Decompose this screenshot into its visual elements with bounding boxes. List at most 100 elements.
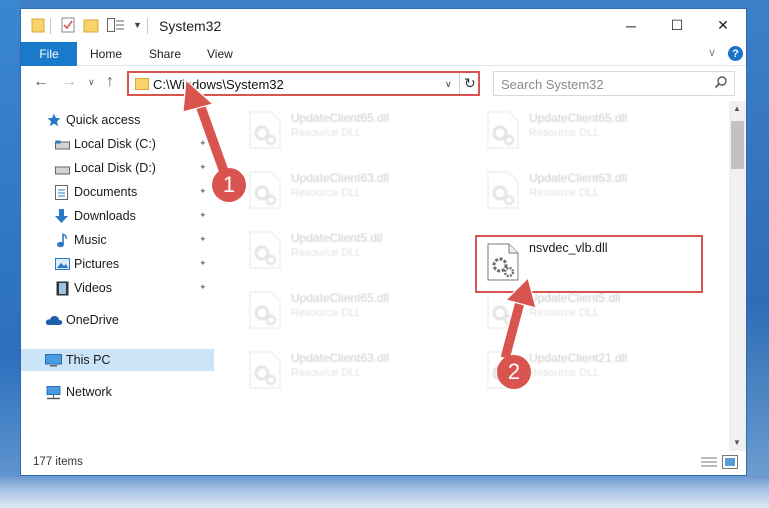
folder-icon[interactable] (31, 17, 45, 36)
scroll-down-icon[interactable]: ▼ (733, 438, 741, 447)
dll-file-icon (249, 171, 281, 212)
sidebar-item-local-disk-d[interactable]: Local Disk (D:) ✦ (21, 157, 214, 179)
sidebar-item-label: Documents (74, 185, 138, 199)
scrollbar-thumb[interactable] (731, 121, 744, 169)
file-name: UpdateClient5.dll (291, 231, 383, 245)
sidebar-item-music[interactable]: Music ✦ (21, 229, 214, 251)
pin-icon[interactable]: ✦ (199, 138, 207, 149)
step-1-badge: 1 (212, 168, 246, 202)
sidebar-item-this-pc[interactable]: This PC (21, 349, 214, 371)
sidebar-item-pictures[interactable]: Pictures ✦ (21, 253, 214, 275)
sidebar-item-videos[interactable]: Videos ✦ (21, 277, 214, 299)
file-name: UpdateClient63.dll (529, 171, 628, 185)
properties-icon[interactable] (61, 17, 75, 36)
file-name: UpdateClient65.dll (529, 111, 628, 125)
sidebar-item-label: OneDrive (66, 313, 119, 327)
address-dropdown-icon[interactable]: ∨ (445, 79, 452, 90)
sidebar-item-label: Network (66, 385, 112, 399)
explorer-window: ▼ System32 ─ ☐ ✕ File Home Share View ∨ … (20, 8, 747, 476)
sidebar-item-local-disk-c[interactable]: Local Disk (C:) ✦ (21, 133, 214, 155)
status-bar: 177 items (21, 451, 746, 475)
minimize-button[interactable]: ─ (608, 9, 654, 42)
sidebar-item-downloads[interactable]: Downloads ✦ (21, 205, 214, 227)
pin-icon[interactable]: ✦ (199, 186, 207, 197)
file-item[interactable]: UpdateClient65.dll Resource DLL (475, 105, 695, 155)
desktop-background (0, 0, 20, 508)
help-icon[interactable]: ? (728, 46, 743, 61)
address-bar[interactable]: C:\Windows\System32 ∨ ↻ (127, 71, 480, 96)
file-type: Resource DLL (529, 187, 600, 199)
file-item[interactable]: UpdateClient63.dll Resource DLL (475, 165, 695, 215)
file-item[interactable]: UpdateClient63.dll Resource DLL (237, 345, 457, 395)
sidebar-item-label: Music (74, 233, 107, 247)
file-item[interactable]: UpdateClient65.dll Resource DLL (237, 285, 457, 335)
up-button[interactable]: ↑ (106, 73, 114, 91)
search-icon[interactable] (714, 75, 728, 92)
scroll-up-icon[interactable]: ▲ (733, 104, 741, 113)
quick-access-dropdown-icon[interactable]: ▼ (133, 20, 142, 30)
dll-file-icon (249, 351, 281, 392)
forward-button[interactable]: → (61, 73, 77, 91)
new-folder-icon[interactable] (83, 17, 99, 36)
documents-icon (55, 185, 68, 203)
step-2-badge: 2 (497, 355, 531, 389)
expand-ribbon-icon[interactable]: ∨ (708, 46, 716, 59)
search-box[interactable]: Search System32 (493, 71, 735, 96)
dll-file-icon (487, 171, 519, 212)
folder-icon (135, 77, 149, 93)
sidebar-item-label: This PC (66, 353, 111, 367)
file-item[interactable]: UpdateClient5.dll Resource DLL (237, 225, 457, 275)
sidebar-item-network[interactable]: Network (21, 381, 214, 403)
recent-locations-icon[interactable]: ∨ (88, 77, 95, 88)
navigation-bar: ← → ∨ ↑ C:\Windows\System32 ∨ ↻ Search S… (21, 67, 746, 101)
tab-file[interactable]: File (21, 42, 77, 66)
details-view-icon[interactable] (701, 456, 717, 471)
music-icon (56, 233, 68, 251)
sidebar-item-quick-access[interactable]: Quick access (21, 109, 214, 131)
navigation-pane: Quick access Local Disk (C:) ✦ Local Dis… (21, 101, 214, 449)
sidebar-item-documents[interactable]: Documents ✦ (21, 181, 214, 203)
tab-share[interactable]: Share (149, 47, 181, 61)
pin-icon[interactable]: ✦ (199, 258, 207, 269)
pin-icon[interactable]: ✦ (199, 210, 207, 221)
sidebar-item-onedrive[interactable]: OneDrive (21, 309, 214, 331)
large-icons-view-icon[interactable] (722, 455, 738, 472)
desktop-background-bottom (0, 476, 769, 508)
file-highlight-box (475, 235, 703, 293)
dll-file-icon (249, 231, 281, 272)
sidebar-item-label: Local Disk (D:) (74, 161, 156, 175)
back-button[interactable]: ← (33, 73, 49, 91)
network-icon (45, 386, 62, 403)
tab-home[interactable]: Home (90, 47, 122, 61)
divider (459, 73, 460, 94)
file-name: UpdateClient5.dll (529, 291, 621, 305)
address-path[interactable]: C:\Windows\System32 (153, 77, 284, 92)
refresh-icon[interactable]: ↻ (464, 75, 476, 92)
file-item[interactable]: UpdateClient65.dll Resource DLL (237, 105, 457, 155)
customize-toolbar-icon[interactable] (107, 18, 125, 35)
file-name: UpdateClient65.dll (291, 111, 390, 125)
maximize-button[interactable]: ☐ (654, 9, 700, 42)
pin-icon[interactable]: ✦ (199, 162, 207, 173)
search-input[interactable]: Search System32 (501, 77, 604, 92)
file-name: UpdateClient21.dll (529, 351, 628, 365)
file-type: Resource DLL (291, 187, 362, 199)
sidebar-item-label: Downloads (74, 209, 136, 223)
computer-icon (45, 354, 62, 370)
title-bar: ▼ System32 ─ ☐ ✕ (21, 9, 746, 42)
vertical-scrollbar[interactable]: ▲ ▼ (729, 101, 746, 451)
dll-file-icon (249, 111, 281, 152)
ribbon: File Home Share View ∨ ? (21, 42, 746, 66)
pin-icon[interactable]: ✦ (199, 282, 207, 293)
file-name: UpdateClient63.dll (291, 351, 390, 365)
dll-file-icon (249, 291, 281, 332)
file-type: Resource DLL (529, 307, 600, 319)
file-type: Resource DLL (291, 307, 362, 319)
file-item[interactable]: UpdateClient63.dll Resource DLL (237, 165, 457, 215)
pin-icon[interactable]: ✦ (199, 234, 207, 245)
drive-icon (55, 164, 70, 178)
pictures-icon (55, 258, 70, 273)
close-button[interactable]: ✕ (700, 9, 746, 42)
file-type: Resource DLL (291, 367, 362, 379)
tab-view[interactable]: View (207, 47, 233, 61)
